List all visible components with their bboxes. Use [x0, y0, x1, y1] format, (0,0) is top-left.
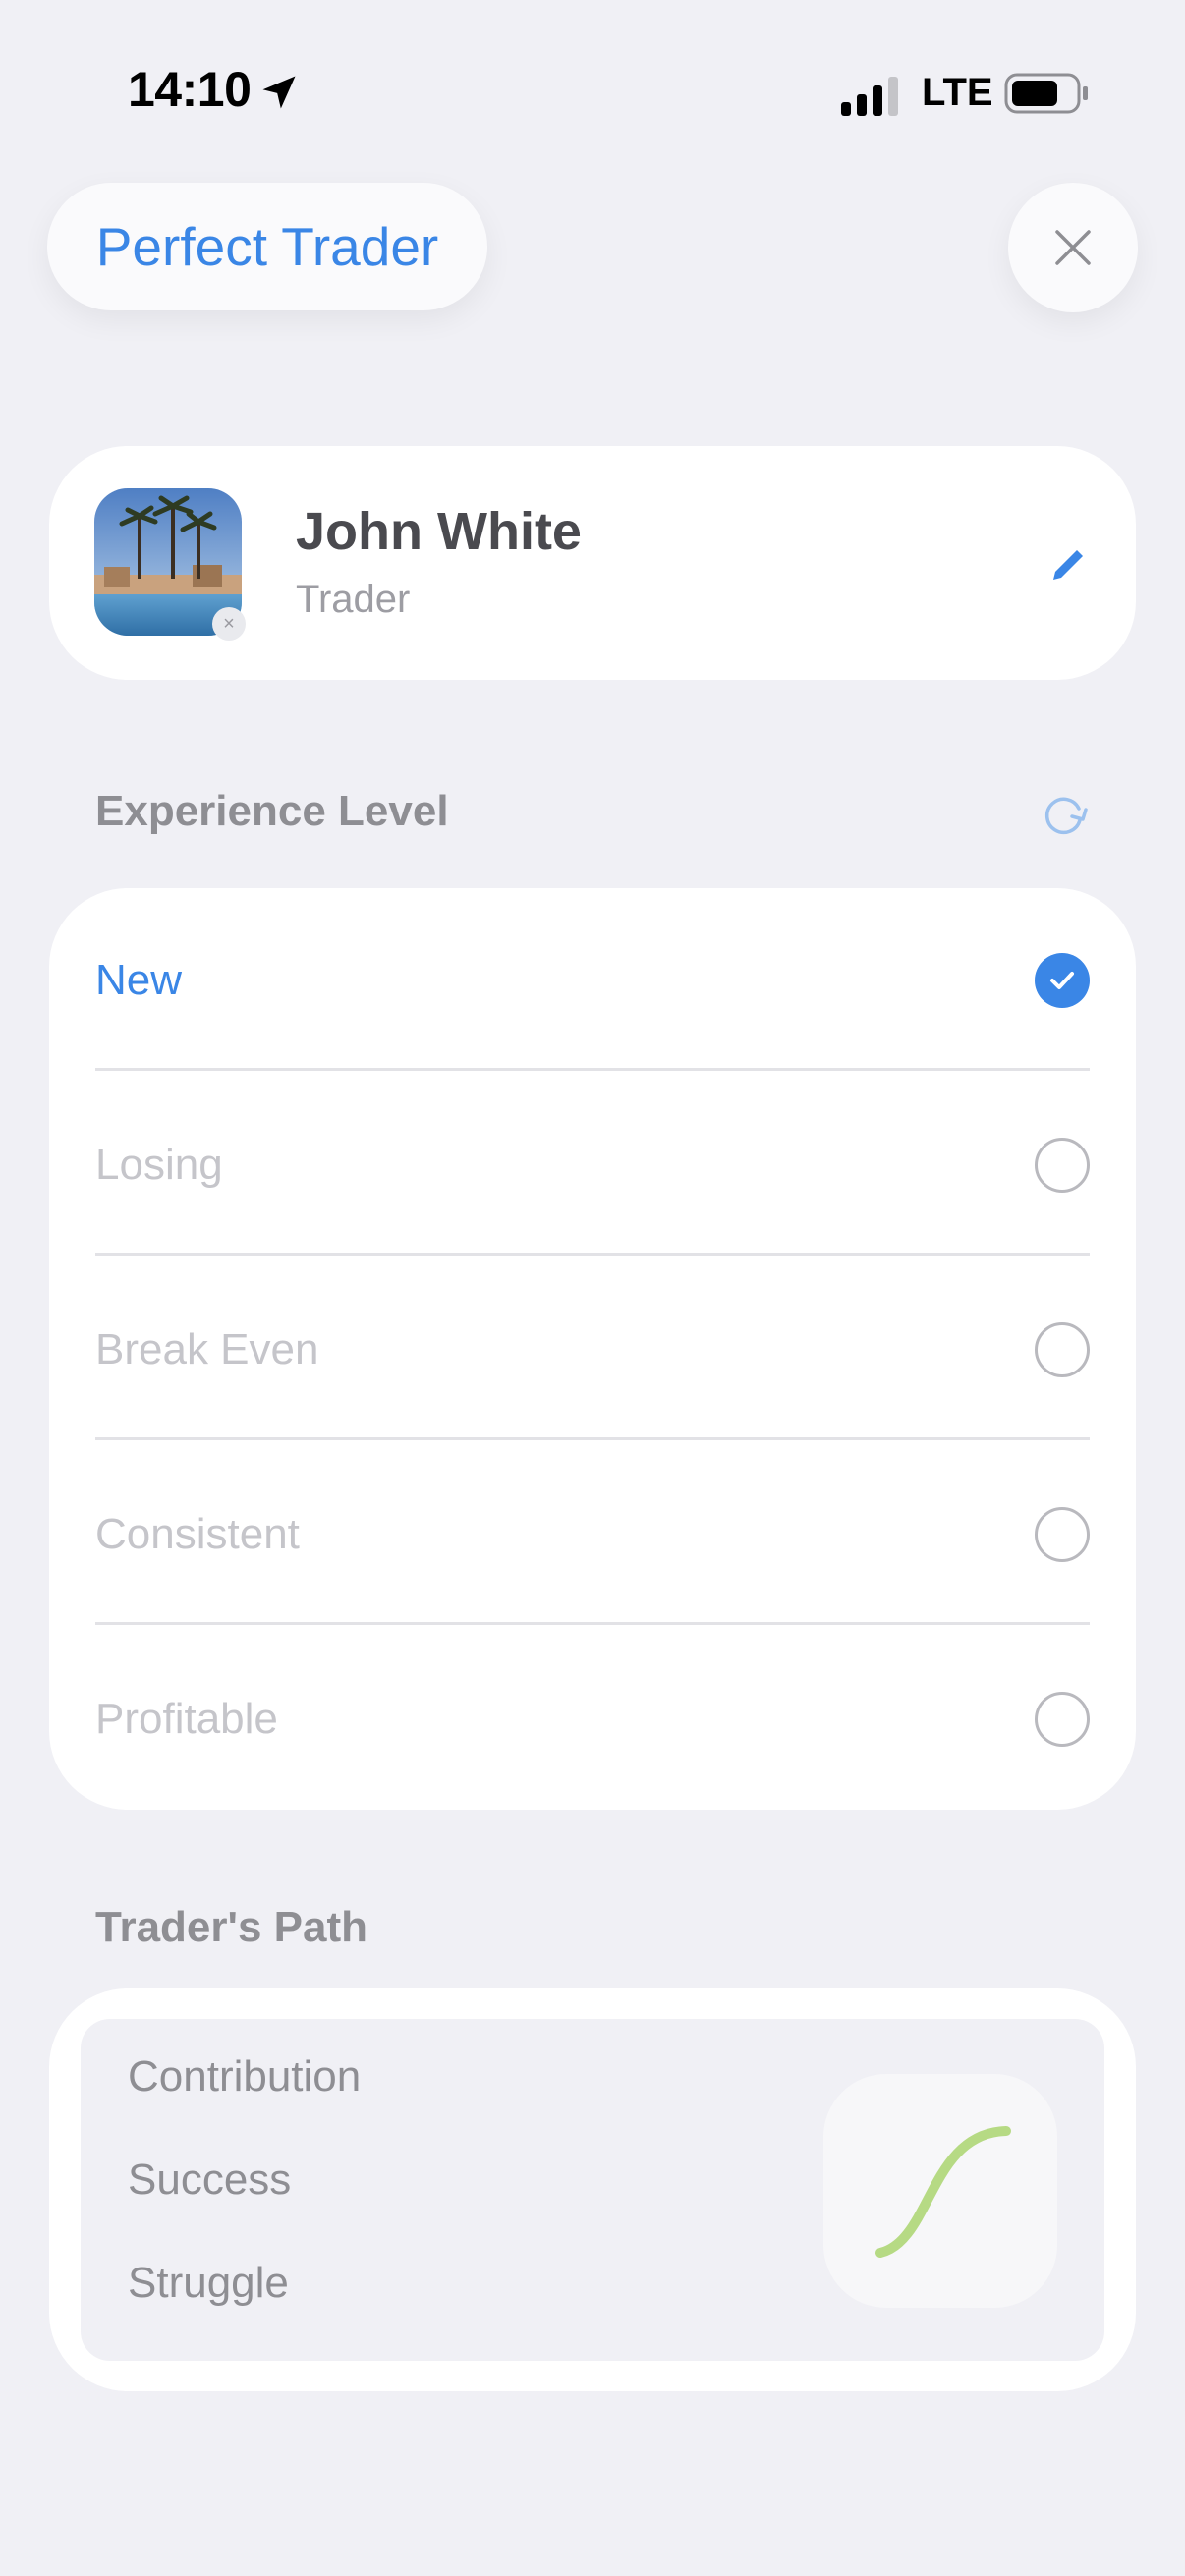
divider [95, 1622, 1090, 1625]
profile-name: John White [296, 502, 582, 561]
path-item-success: Success [128, 2156, 292, 2204]
experience-option-break-even[interactable]: Break Even [95, 1258, 1090, 1442]
path-section-title: Trader's Path [95, 1903, 368, 1951]
path-item-contribution: Contribution [128, 2052, 362, 2100]
avatar-remove-icon[interactable]: × [212, 607, 246, 641]
experience-option-new[interactable]: New [95, 888, 1090, 1073]
experience-option-losing[interactable]: Losing [95, 1073, 1090, 1258]
battery-icon [1004, 73, 1088, 114]
refresh-icon[interactable] [1040, 790, 1089, 839]
divider [95, 1068, 1090, 1071]
profile-role: Trader [296, 578, 411, 621]
experience-option-label: Losing [95, 1141, 223, 1189]
experience-option-label: Consistent [95, 1510, 300, 1558]
pencil-icon[interactable] [1045, 542, 1091, 588]
network-type: LTE [922, 71, 993, 114]
experience-option-label: Break Even [95, 1325, 319, 1373]
cellular-signal-icon [841, 77, 898, 116]
close-button[interactable] [1008, 183, 1138, 312]
location-arrow-icon [262, 76, 296, 109]
experience-option-label: New [95, 956, 183, 1004]
radio-unchecked-icon[interactable] [1035, 1507, 1090, 1562]
divider [95, 1253, 1090, 1256]
divider [95, 1437, 1090, 1440]
path-item-struggle: Struggle [128, 2259, 289, 2307]
app-title-button[interactable]: Perfect Trader [47, 183, 487, 310]
radio-unchecked-icon[interactable] [1035, 1138, 1090, 1193]
growth-curve-icon [823, 2074, 1057, 2308]
radio-unchecked-icon[interactable] [1035, 1692, 1090, 1747]
experience-option-consistent[interactable]: Consistent [95, 1442, 1090, 1627]
radio-checked-icon[interactable] [1035, 953, 1090, 1008]
status-time: 14:10 [128, 62, 252, 117]
close-icon [1055, 230, 1091, 265]
experience-section-title: Experience Level [95, 787, 449, 835]
experience-option-profitable[interactable]: Profitable [95, 1627, 1090, 1812]
radio-unchecked-icon[interactable] [1035, 1322, 1090, 1377]
experience-option-label: Profitable [95, 1695, 278, 1743]
